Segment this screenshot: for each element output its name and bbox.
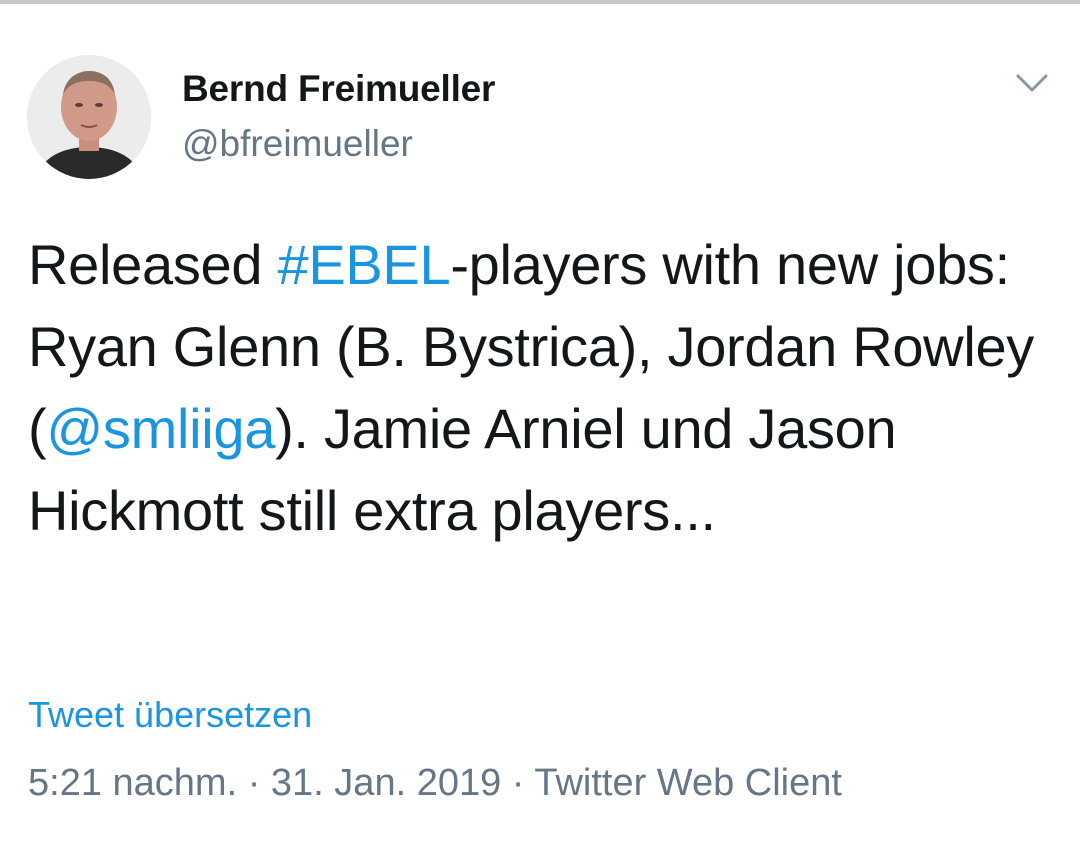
translate-tweet-link[interactable]: Tweet übersetzen xyxy=(28,694,312,736)
mention-link[interactable]: @smliiga xyxy=(46,397,275,460)
tweet-text-part: Released xyxy=(28,233,278,296)
meta-separator: · xyxy=(237,762,271,804)
tweet-date[interactable]: 31. Jan. 2019 xyxy=(271,762,501,804)
tweet-time[interactable]: 5:21 nachm. xyxy=(28,762,237,804)
top-divider xyxy=(0,0,1080,4)
chevron-down-icon xyxy=(1016,74,1048,92)
tweet-client[interactable]: Twitter Web Client xyxy=(534,762,842,804)
user-avatar-photo-icon xyxy=(27,55,151,179)
author-handle[interactable]: @bfreimueller xyxy=(182,123,413,165)
tweet-text: Released #EBEL-players with new jobs: Ry… xyxy=(28,224,1058,552)
meta-separator: · xyxy=(501,762,535,804)
tweet-metadata: 5:21 nachm. · 31. Jan. 2019 · Twitter We… xyxy=(28,762,842,805)
tweet-menu-button[interactable] xyxy=(1014,68,1050,98)
hashtag-link[interactable]: #EBEL xyxy=(277,233,450,296)
avatar[interactable] xyxy=(27,55,151,179)
author-display-name[interactable]: Bernd Freimueller xyxy=(182,68,495,110)
